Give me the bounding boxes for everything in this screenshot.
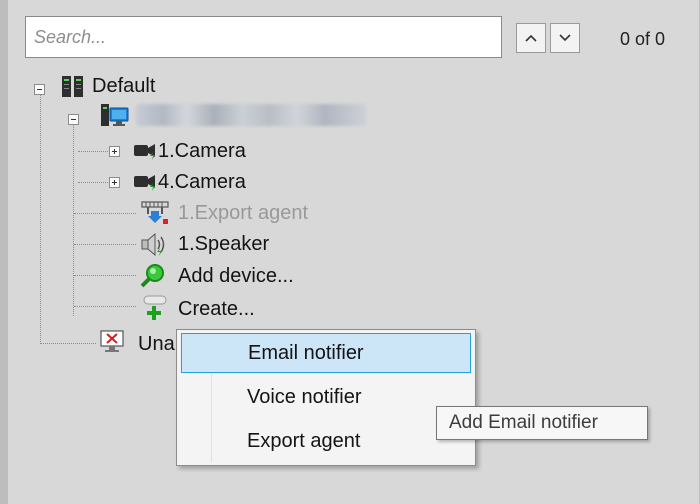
context-menu: Email notifier Voice notifier Export age…	[176, 329, 476, 466]
export-agent-icon	[140, 199, 169, 225]
expand-toggle[interactable]	[109, 177, 120, 188]
previous-match-button[interactable]	[516, 23, 546, 53]
tree-item-unassigned-label[interactable]: Una	[138, 331, 175, 357]
create-icon	[141, 294, 167, 320]
camera-icon	[132, 138, 158, 164]
tree-connector	[74, 213, 136, 214]
server-computer-icon	[100, 102, 129, 128]
camera-icon	[132, 169, 158, 195]
chevron-down-icon	[559, 34, 571, 42]
collapse-toggle[interactable]	[34, 84, 45, 95]
server-name-redacted[interactable]	[136, 104, 366, 126]
tree-connector	[40, 343, 96, 344]
server-rack-icon	[60, 73, 86, 99]
tooltip: Add Email notifier	[436, 406, 648, 440]
tree-connector	[40, 92, 41, 344]
tree-item-default-label[interactable]: Default	[92, 73, 155, 99]
tree-connector	[74, 275, 136, 276]
tree-item-label[interactable]: 1.Camera	[158, 138, 246, 164]
collapse-toggle[interactable]	[68, 114, 79, 125]
speaker-icon	[138, 231, 165, 257]
tree-connector	[78, 151, 108, 152]
tree-connector	[74, 306, 136, 307]
match-count: 0 of 0	[620, 29, 666, 49]
menu-item-voice-notifier[interactable]: Voice notifier	[181, 378, 471, 418]
search-input[interactable]	[26, 17, 501, 57]
next-match-button[interactable]	[550, 23, 580, 53]
tree-item-label[interactable]: 1.Export agent	[178, 200, 308, 226]
tree-item-label[interactable]: 4.Camera	[158, 169, 246, 195]
magnifier-add-icon	[139, 262, 165, 288]
menu-item-email-notifier[interactable]: Email notifier	[181, 333, 471, 373]
unassigned-monitor-icon	[98, 328, 124, 354]
tree-item-label[interactable]: Create...	[178, 296, 255, 322]
tree-connector	[73, 122, 74, 316]
tree-item-label[interactable]: Add device...	[178, 263, 294, 289]
tree-connector	[78, 182, 108, 183]
search-field[interactable]	[25, 16, 502, 58]
expand-toggle[interactable]	[109, 146, 120, 157]
tree-connector	[74, 244, 136, 245]
tree-item-label[interactable]: 1.Speaker	[178, 231, 269, 257]
menu-item-export-agent[interactable]: Export agent	[181, 422, 471, 462]
device-tree-panel: 0 of 0 Default	[0, 0, 700, 504]
chevron-up-icon	[525, 34, 537, 42]
